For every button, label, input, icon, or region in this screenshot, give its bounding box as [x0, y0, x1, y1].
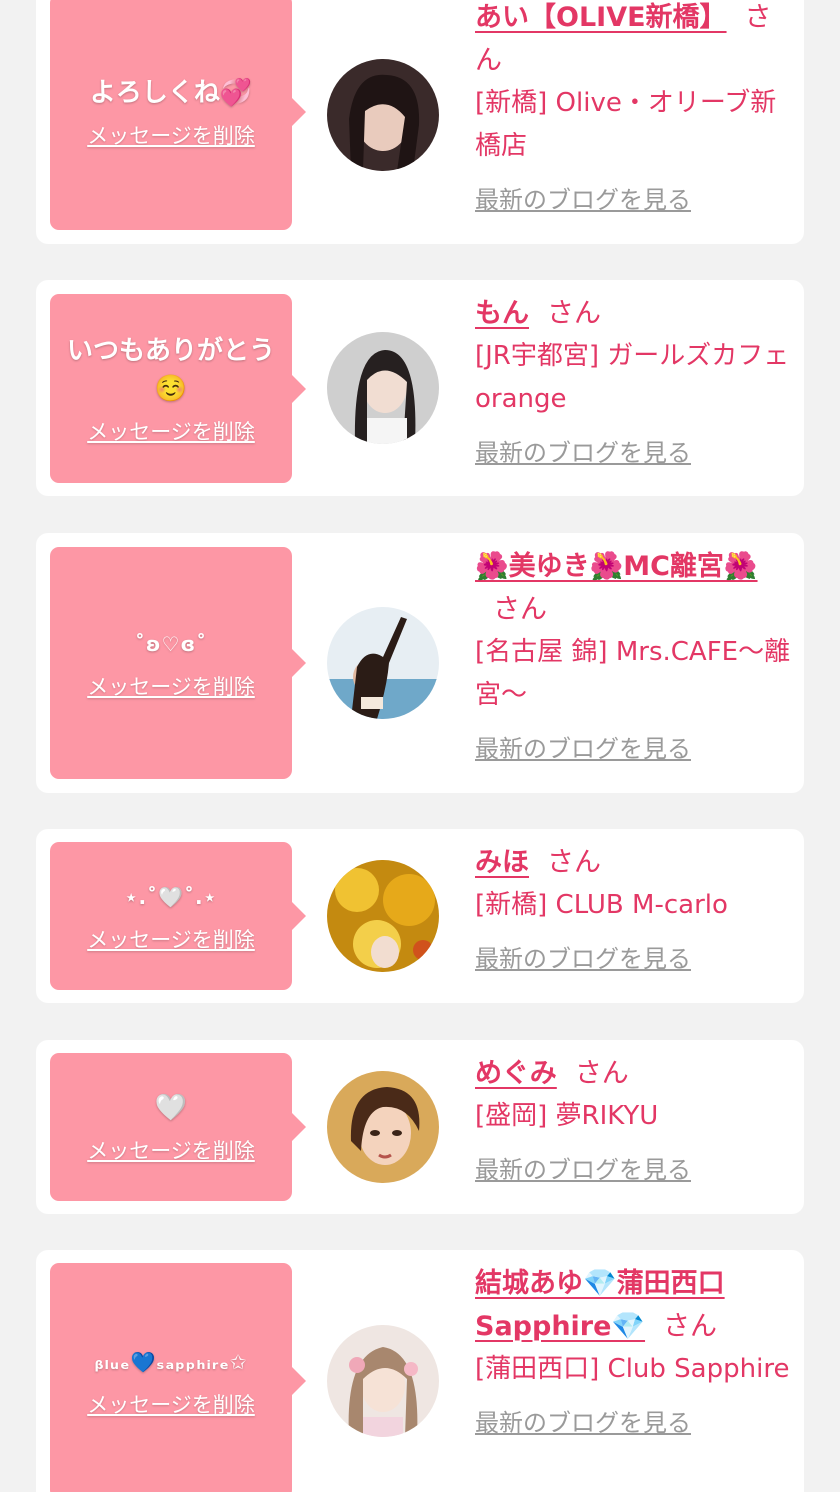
cast-info: もん さん [JR宇都宮] ガールズカフェ orange 最新のブログを見る [475, 292, 795, 468]
cast-info: 🌺美ゆき🌺MC離宮🌺 さん [名古屋 錦] Mrs.CAFE〜離宮〜 最新のブログ… [475, 545, 795, 764]
message-bubble: ⋆.˚🤍˚.⋆ メッセージを削除 [50, 842, 306, 990]
latest-blog-link[interactable]: 最新のブログを見る [475, 729, 691, 764]
latest-blog-link[interactable]: 最新のブログを見る [475, 1150, 691, 1185]
honorific: さん [493, 594, 547, 625]
delete-message-link[interactable]: メッセージを削除 [87, 120, 255, 150]
cast-name-link[interactable]: あい【OLIVE新橋】 [475, 2, 727, 33]
message-text: 🤍 [154, 1093, 188, 1123]
list-item: よろしくね💞 メッセージを削除 あい【OLIVE新橋】 さん [新橋] Olive… [36, 0, 804, 244]
honorific: さん [547, 298, 601, 329]
honorific: さん [547, 847, 601, 878]
message-text: ᵦₗᵤₑ💙ₛₐₚₚₕᵢᵣₑ✩ [94, 1350, 248, 1374]
cast-name-link[interactable]: もん [475, 298, 529, 329]
message-bubble: ᵦₗᵤₑ💙ₛₐₚₚₕᵢᵣₑ✩ メッセージを削除 [50, 1263, 306, 1492]
latest-blog-link[interactable]: 最新のブログを見る [475, 1403, 691, 1438]
message-text: ˚ʚ♡ɞ˚ [134, 632, 208, 656]
list-item: 🤍 メッセージを削除 めぐみ さん [盛岡] 夢RIKYU 最新のブログを見る [36, 1040, 804, 1214]
cast-info: 結城あゆ💎蒲田西口Sapphire💎 さん [蒲田西口] Club Sapphir… [475, 1262, 795, 1438]
shop-name: [蒲田西口] Club Sapphire [475, 1354, 790, 1384]
cast-name-link[interactable]: 🌺美ゆき🌺MC離宮🌺 [475, 551, 758, 582]
avatar[interactable] [327, 59, 439, 171]
cast-name-link[interactable]: めぐみ [475, 1058, 557, 1089]
honorific: さん [663, 1311, 718, 1342]
shop-name: [盛岡] 夢RIKYU [475, 1101, 659, 1131]
honorific: さん [574, 1058, 629, 1089]
delete-message-link[interactable]: メッセージを削除 [87, 1389, 255, 1419]
cast-name-link[interactable]: みほ [475, 847, 529, 878]
message-bubble: 🤍 メッセージを削除 [50, 1053, 306, 1201]
latest-blog-link[interactable]: 最新のブログを見る [475, 433, 691, 468]
cast-info: めぐみ さん [盛岡] 夢RIKYU 最新のブログを見る [475, 1052, 795, 1185]
shop-name: [新橋] Olive・オリーブ新橋店 [475, 88, 777, 161]
latest-blog-link[interactable]: 最新のブログを見る [475, 939, 691, 974]
delete-message-link[interactable]: メッセージを削除 [87, 1135, 255, 1165]
latest-blog-link[interactable]: 最新のブログを見る [475, 180, 691, 215]
shop-name: [新橋] CLUB M-carlo [475, 890, 728, 920]
message-text: よろしくね💞 [89, 78, 253, 108]
list-item: ᵦₗᵤₑ💙ₛₐₚₚₕᵢᵣₑ✩ メッセージを削除 結城あゆ💎蒲田西口Sapphir… [36, 1250, 804, 1492]
delete-message-link[interactable]: メッセージを削除 [87, 416, 255, 446]
shop-name: [JR宇都宮] ガールズカフェ orange [475, 341, 790, 414]
shop-name: [名古屋 錦] Mrs.CAFE〜離宮〜 [475, 637, 791, 710]
avatar[interactable] [327, 607, 439, 719]
message-text: いつもありがとう☺️ [66, 335, 275, 404]
cast-info: あい【OLIVE新橋】 さん [新橋] Olive・オリーブ新橋店 最新のブログを… [475, 0, 795, 215]
message-text: ⋆.˚🤍˚.⋆ [124, 885, 218, 909]
message-bubble: よろしくね💞 メッセージを削除 [50, 0, 306, 230]
message-bubble: ˚ʚ♡ɞ˚ メッセージを削除 [50, 547, 306, 779]
avatar[interactable] [327, 860, 439, 972]
avatar[interactable] [327, 332, 439, 444]
delete-message-link[interactable]: メッセージを削除 [87, 671, 255, 701]
message-bubble: いつもありがとう☺️ メッセージを削除 [50, 294, 306, 483]
list-item: ⋆.˚🤍˚.⋆ メッセージを削除 みほ さん [新橋] CLUB M-carlo … [36, 829, 804, 1003]
avatar[interactable] [327, 1071, 439, 1183]
list-item: いつもありがとう☺️ メッセージを削除 もん さん [JR宇都宮] ガールズカフェ… [36, 280, 804, 496]
avatar[interactable] [327, 1325, 439, 1437]
cast-info: みほ さん [新橋] CLUB M-carlo 最新のブログを見る [475, 841, 795, 974]
message-list: よろしくね💞 メッセージを削除 あい【OLIVE新橋】 さん [新橋] Olive… [0, 0, 840, 1492]
list-item: ˚ʚ♡ɞ˚ メッセージを削除 🌺美ゆき🌺MC離宮🌺 さん [名古屋 錦] Mrs.… [36, 533, 804, 793]
delete-message-link[interactable]: メッセージを削除 [87, 924, 255, 954]
